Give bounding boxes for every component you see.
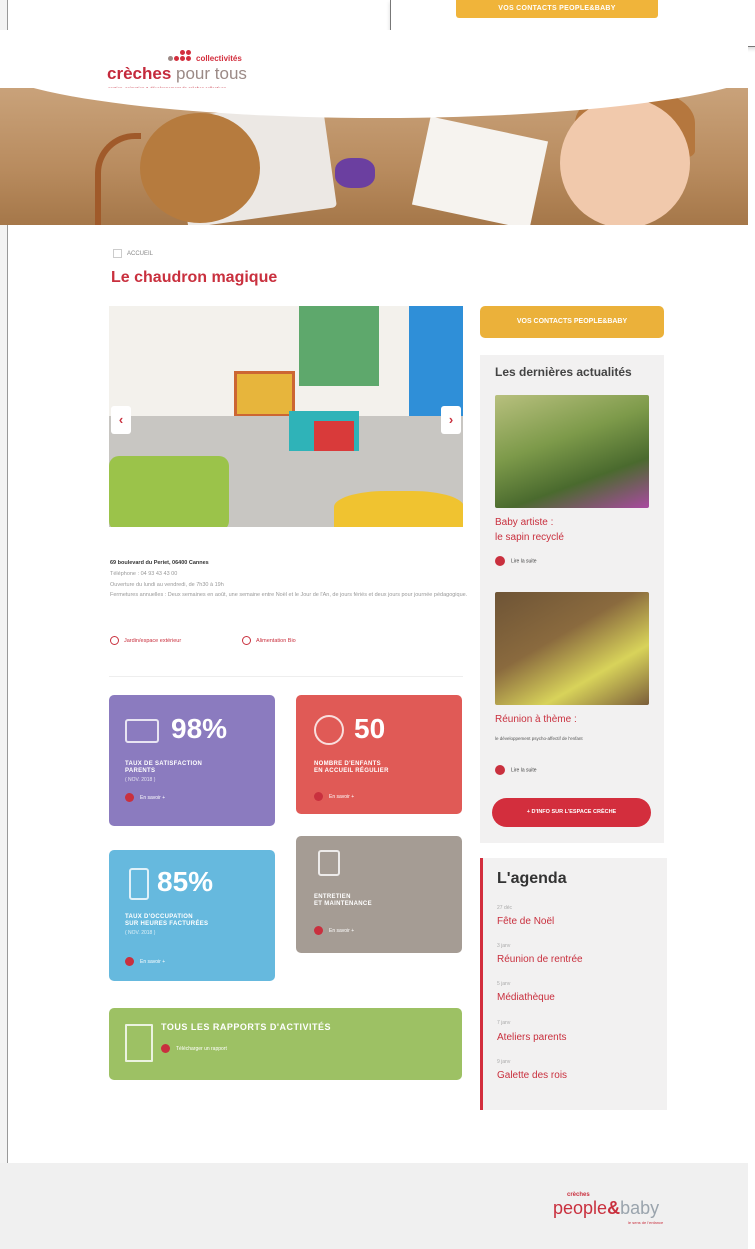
news-image-1[interactable] [495,395,649,508]
arrow-circle-icon [314,926,323,935]
annual-closures: Fermetures annuelles : Deux semaines en … [110,592,468,598]
garden-icon [110,636,119,645]
slider-next-button[interactable]: › [441,406,461,434]
phone-icon [129,868,149,900]
logo-collectivites: collectivités [196,54,242,63]
agenda-panel: L'agenda 27 déc Fête de Noël 3 janv Réun… [480,858,667,1110]
espace-creche-button[interactable]: + D'INFO SUR L'ESPACE CRÈCHE [492,798,651,827]
footer-brand-people: people [553,1198,608,1218]
stat-card-maintenance: ENTRETIEN ET MAINTENANCE En savoir + [296,836,462,953]
event-name[interactable]: Ateliers parents [497,1032,566,1043]
news-item-desc: le développement psycho-affectif de l'en… [495,736,583,741]
arrow-circle-icon [125,957,134,966]
event-date: 9 janv [497,1059,511,1065]
stat-card-children: 50 NOMBRE D'ENFANTS EN ACCUEIL RÉGULIER … [296,695,462,814]
stat-more-link[interactable]: En savoir + [314,792,354,801]
opening-hours: Ouverture du lundi au vendredi, de 7h30 … [110,582,224,588]
footer-logo-tagline: le sens de l'enfance [628,1220,664,1225]
baby-face-icon [314,715,344,745]
top-contacts-button[interactable]: VOS CONTACTS PEOPLE&BABY [456,0,658,18]
stat-label: NOMBRE D'ENFANTS EN ACCUEIL RÉGULIER [314,761,389,774]
arrow-circle-icon [314,792,323,801]
castle-icon [318,850,340,876]
news-image-2[interactable] [495,592,649,705]
stat-card-satisfaction: 98% TAUX DE SATISFACTION PARENTS ( NOV. … [109,695,275,826]
news-panel: Les dernières actualités Baby artiste : … [480,355,664,843]
photo-slider: ‹ › [109,306,463,527]
event-name[interactable]: Fête de Noël [497,916,554,927]
document-icon [125,1024,153,1062]
arrow-circle-icon [495,765,505,775]
event-name[interactable]: Réunion de rentrée [497,954,583,965]
footer-brand-amp: & [607,1198,621,1218]
breadcrumb-home[interactable]: ACCUEIL [127,251,153,257]
download-report-link[interactable]: Télécharger un rapport [161,1044,227,1053]
chart-icon [125,719,159,743]
creche-info: 69 boulevard du Periet, 06400 Cannes Tél… [110,558,470,599]
stat-label: TAUX D'OCCUPATION SUR HEURES FACTURÉES [125,914,209,927]
reports-title: TOUS LES RAPPORTS D'ACTIVITÉS [161,1022,331,1032]
stat-more-link[interactable]: En savoir + [314,926,354,935]
arrow-circle-icon [161,1044,170,1053]
feature-bio: Alimentation Bio [242,636,296,645]
event-name[interactable]: Médiathèque [497,992,555,1003]
footer-brand-baby: baby [620,1198,660,1218]
stat-more-link[interactable]: En savoir + [125,793,165,802]
stat-card-occupation: 85% TAUX D'OCCUPATION SUR HEURES FACTURÉ… [109,850,275,981]
hero-banner-image [0,88,748,225]
read-more-link[interactable]: Lire la suite [495,765,537,775]
feature-garden: Jardin/espace extérieur [110,636,181,645]
news-item-title[interactable]: Réunion à thème : [495,712,650,727]
event-date: 3 janv [497,943,511,949]
stat-value: 98% [171,713,228,744]
arrow-circle-icon [495,556,505,566]
read-more-link[interactable]: Lire la suite [495,556,537,566]
logo-creches: crèches [107,64,172,83]
event-date: 5 janv [497,981,511,987]
arrow-circle-icon [125,793,134,802]
slider-prev-button[interactable]: ‹ [111,406,131,434]
event-date: 7 janv [497,1020,511,1026]
reports-card: TOUS LES RAPPORTS D'ACTIVITÉS Télécharge… [109,1008,462,1080]
page-title: Le chaudron magique [111,269,278,286]
stat-value: 50 [354,713,386,744]
logo-pour-tous: pour tous [176,64,247,83]
event-date: 27 déc [497,905,513,911]
event-name[interactable]: Galette des rois [497,1070,567,1081]
footer-logo-wordmark: people&baby [553,1198,659,1219]
divider [109,676,463,677]
news-title: Les dernières actualités [495,365,632,379]
phone: Téléphone : 04 93 43 43 00 [110,571,178,577]
leaf-icon [242,636,251,645]
address: 69 boulevard du Periet, 06400 Cannes [110,560,209,566]
stat-label: ENTRETIEN ET MAINTENANCE [314,894,372,907]
agenda-title: L'agenda [497,870,567,887]
stat-label: TAUX DE SATISFACTION PARENTS [125,761,203,774]
stat-more-link[interactable]: En savoir + [125,957,165,966]
news-item-title[interactable]: Baby artiste : le sapin recyclé [495,515,650,545]
sidebar-contacts-button[interactable]: VOS CONTACTS PEOPLE&BABY [480,306,664,338]
logo-wordmark: crèches pour tous [107,64,247,84]
stat-value: 85% [157,866,214,897]
breadcrumb: ACCUEIL [113,249,153,258]
stat-date: ( NOV. 2018 ) [125,930,156,936]
stat-date: ( NOV. 2018 ) [125,777,156,783]
home-icon [113,249,122,258]
